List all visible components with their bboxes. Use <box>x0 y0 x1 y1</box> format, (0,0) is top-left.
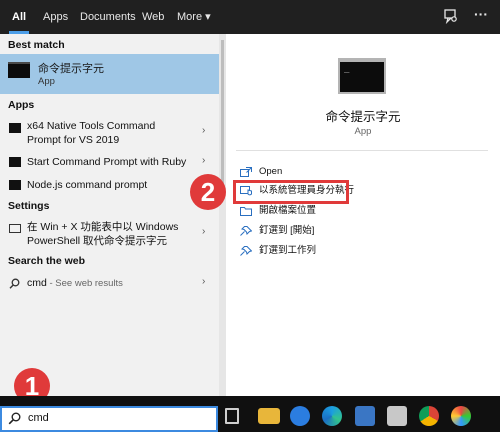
action-label: 開啟檔案位置 <box>259 205 317 216</box>
best-match-type: App <box>38 76 55 87</box>
paint-palette-icon[interactable] <box>451 406 471 426</box>
store-icon[interactable] <box>355 406 375 426</box>
action-label: 釘選到工作列 <box>259 245 317 256</box>
chevron-right-icon[interactable]: › <box>202 155 205 166</box>
scrollbar[interactable] <box>219 34 226 396</box>
more-options-icon[interactable]: ··· <box>474 6 490 22</box>
highlight-box <box>233 180 349 204</box>
action-label: Open <box>259 166 283 177</box>
app-result-line1: x64 Native Tools Command <box>27 120 156 132</box>
display-settings-icon <box>9 224 21 233</box>
app-result-vs-tools[interactable]: x64 Native Tools Command Prompt for VS 2… <box>0 119 219 149</box>
apps-heading: Apps <box>8 99 35 111</box>
chevron-right-icon[interactable]: › <box>202 276 205 287</box>
detail-panel: 命令提示字元 App Open 以系統管理員身分執行 開啟檔案位置 釘選到 [開… <box>226 34 500 396</box>
tab-web[interactable]: Web <box>142 0 164 34</box>
action-label: 釘選到 [開始] <box>259 225 315 236</box>
setting-result-line2: PowerShell 取代命令提示字元 <box>27 235 168 247</box>
command-prompt-icon <box>9 157 21 167</box>
chevron-down-icon: ▾ <box>205 11 211 23</box>
search-filter-bar: All Apps Documents Web More ▾ ··· <box>0 0 500 34</box>
setting-result-powershell[interactable]: 在 Win + X 功能表中以 Windows PowerShell 取代命令提… <box>0 220 219 250</box>
setting-result-line1: 在 Win + X 功能表中以 Windows <box>27 221 179 233</box>
chevron-right-icon[interactable]: › <box>202 226 205 237</box>
app-result-ruby[interactable]: Start Command Prompt with Ruby › <box>0 155 219 173</box>
search-icon <box>9 278 20 292</box>
taskbar-search-box[interactable]: cmd <box>0 406 218 432</box>
paint-icon[interactable] <box>387 406 407 426</box>
edge-legacy-icon[interactable] <box>290 406 310 426</box>
app-result-label: Node.js command prompt <box>27 179 148 191</box>
search-input[interactable]: cmd <box>28 412 49 424</box>
callout-2: 2 <box>190 174 226 210</box>
app-result-line2: Prompt for VS 2019 <box>27 134 120 146</box>
tab-all[interactable]: All <box>8 0 30 34</box>
command-prompt-icon <box>338 58 386 94</box>
settings-heading: Settings <box>8 200 50 212</box>
file-explorer-icon[interactable] <box>258 408 280 424</box>
web-query: cmd <box>27 277 47 289</box>
command-prompt-icon <box>9 123 21 133</box>
task-view-icon[interactable] <box>225 408 239 424</box>
tab-apps[interactable]: Apps <box>43 0 68 34</box>
results-panel: Best match 命令提示字元 App Apps x64 Native To… <box>0 34 226 396</box>
search-icon <box>8 412 21 428</box>
web-results-hint: - See web results <box>46 278 123 289</box>
command-prompt-icon <box>8 62 30 78</box>
folder-location-icon <box>240 206 252 216</box>
pin-to-start-icon <box>240 226 253 236</box>
best-match-title: 命令提示字元 <box>38 63 104 75</box>
detail-subtitle: App <box>354 126 372 137</box>
tab-documents[interactable]: Documents <box>80 0 136 34</box>
chrome-icon[interactable] <box>419 406 439 426</box>
best-match-item[interactable]: 命令提示字元 App <box>0 54 219 94</box>
app-result-label: Start Command Prompt with Ruby <box>27 156 187 168</box>
tab-more-label: More <box>177 11 203 23</box>
chevron-right-icon[interactable]: › <box>202 125 205 136</box>
edge-icon[interactable] <box>322 406 342 426</box>
search-web-heading: Search the web <box>8 255 86 267</box>
open-icon <box>240 167 252 177</box>
tab-more[interactable]: More ▾ <box>177 0 211 34</box>
web-result-cmd[interactable]: cmd - See web results › <box>0 276 219 294</box>
detail-title: 命令提示字元 <box>325 110 401 124</box>
divider <box>236 150 488 151</box>
app-result-nodejs[interactable]: Node.js command prompt › <box>0 178 219 196</box>
best-match-heading: Best match <box>8 39 65 51</box>
command-prompt-icon <box>9 180 21 190</box>
pin-to-taskbar-icon <box>240 246 253 256</box>
feedback-icon[interactable] <box>443 8 459 25</box>
